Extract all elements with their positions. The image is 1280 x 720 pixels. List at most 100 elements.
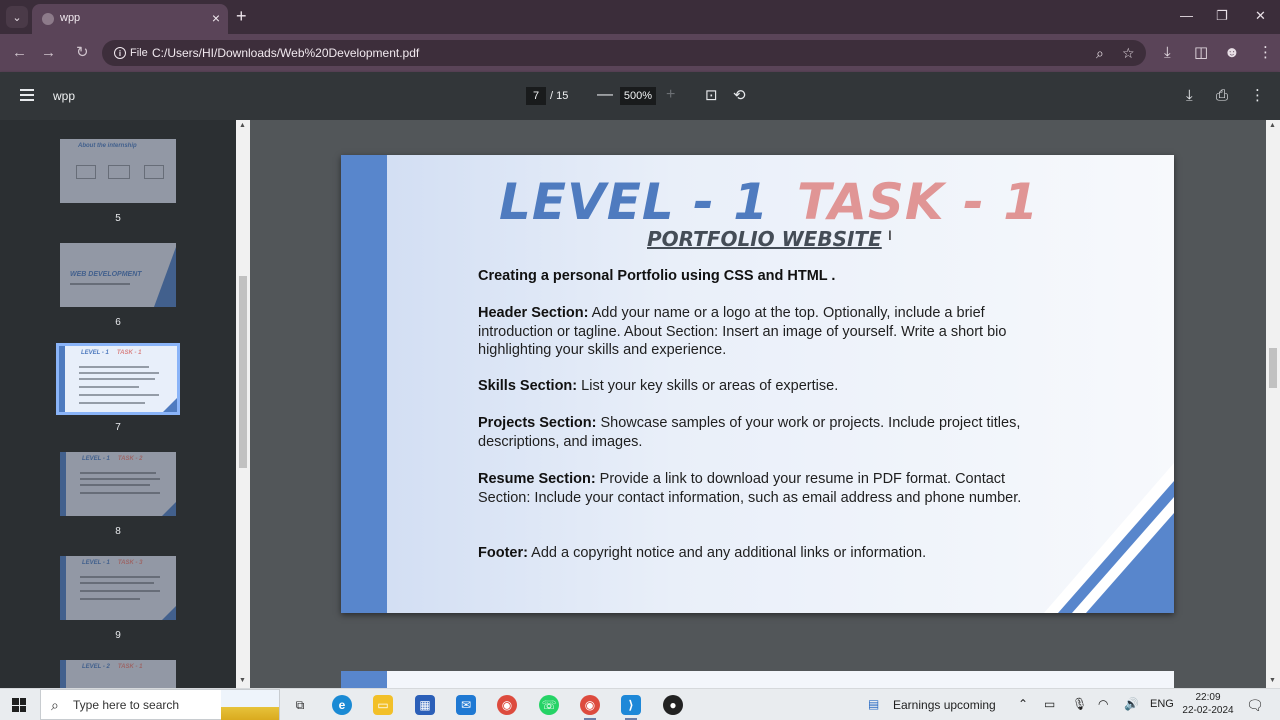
clock-date: 22-02-2024 [1182, 705, 1234, 716]
windows-taskbar: ⌕ Type here to search ⧉ e ▭ ▦ ✉ ◉ ☏ ◉ ⟩ … [0, 688, 1280, 720]
show-hidden-icons-icon[interactable]: ⌃ [1018, 697, 1028, 711]
scroll-down-icon[interactable]: ▼ [1269, 677, 1276, 684]
slide-side-stripe [341, 671, 387, 688]
thumbnail-sidebar: About the internship 5 WEB DEVELOPMENT 6… [0, 120, 236, 688]
tab-close-icon[interactable]: × [212, 10, 220, 26]
restore-icon[interactable]: ❐ [1216, 8, 1228, 24]
back-icon[interactable]: ← [12, 44, 27, 62]
thumbnail-page-6[interactable]: WEB DEVELOPMENT [60, 243, 176, 307]
thumbnail-title: LEVEL - 1 TASK - 3 [82, 560, 143, 566]
obs-icon[interactable]: ● [663, 695, 683, 715]
file-explorer-icon[interactable]: ▭ [373, 695, 393, 715]
notifications-icon[interactable]: 🗨 [1246, 697, 1264, 714]
search-highlight-image [221, 690, 279, 720]
news-widget-icon[interactable]: ▤ [868, 697, 879, 711]
minimize-icon[interactable]: — [1180, 8, 1193, 23]
bookmark-star-icon[interactable]: ☆ [1122, 45, 1135, 62]
thumbnail-title: About the internship [78, 143, 137, 149]
thumbnail-title: LEVEL - 2 TASK - 1 [82, 664, 143, 670]
print-icon[interactable]: ⎙ [1216, 87, 1228, 105]
tab-search-icon[interactable]: ⌄ [6, 6, 28, 28]
forward-icon[interactable]: → [41, 44, 56, 62]
reload-icon[interactable]: ↻ [76, 44, 89, 62]
thumbnail-page-7[interactable]: LEVEL - 1 TASK - 1 [56, 343, 180, 415]
chrome-profile-icon[interactable]: ◉ [580, 695, 600, 720]
thumbnail-line [79, 378, 155, 380]
url-text[interactable]: C:/Users/HI/Downloads/Web%20Development.… [152, 46, 419, 60]
page-number-input[interactable]: 7 [526, 87, 546, 105]
thumbnail-label: 8 [115, 526, 121, 537]
text-cursor-icon: I [888, 227, 892, 243]
address-bar: ← → ↻ i File C:/Users/HI/Downloads/Web%2… [0, 34, 1280, 72]
thumbnail-line [80, 492, 160, 494]
profile-avatar-icon[interactable]: ☻ [1224, 44, 1240, 62]
system-clock[interactable]: 22:09 22-02-2024 [1180, 691, 1236, 717]
zoom-icon[interactable]: ⌕ [1096, 45, 1104, 62]
taskbar-search-box[interactable]: ⌕ Type here to search [40, 689, 280, 720]
thumbnail-label: 9 [115, 630, 121, 641]
globe-icon [42, 13, 54, 25]
scroll-up-icon[interactable]: ▲ [1269, 122, 1276, 129]
chrome-icon[interactable]: ◉ [497, 695, 517, 715]
browser-tab[interactable]: wpp × [32, 4, 228, 34]
mail-icon[interactable]: ✉ [456, 695, 476, 715]
viewer-scrollbar[interactable]: ▲ ▼ [1266, 120, 1280, 688]
slide-section-projects: Projects Section: Showcase samples of yo… [478, 415, 1021, 450]
sidebar-menu-icon[interactable] [20, 89, 34, 101]
zoom-out-icon[interactable]: — [597, 85, 613, 105]
edge-icon[interactable]: e [332, 695, 352, 715]
sidebar-scrollbar[interactable]: ▲ ▼ [236, 120, 250, 688]
more-options-icon[interactable]: ⋮ [1250, 87, 1265, 105]
thumbnail-line [80, 598, 140, 600]
thumbnail-page-10[interactable]: LEVEL - 2 TASK - 1 [60, 660, 176, 688]
slide-section-footer: Footer: Add a copyright notice and any a… [478, 545, 927, 561]
language-indicator[interactable]: ENG [1150, 698, 1174, 710]
thumbnail-corner [162, 502, 176, 516]
thumbnail-icon [108, 165, 130, 179]
task-view-icon[interactable]: ⧉ [290, 695, 310, 715]
thumbnail-line [79, 372, 159, 374]
thumbnail-page-9[interactable]: LEVEL - 1 TASK - 3 [60, 556, 176, 620]
volume-icon[interactable]: 🔊 [1124, 697, 1139, 711]
pdf-viewer: LEVEL - 1 TASK - 1 PORTFOLIO WEBSITE I C… [250, 120, 1266, 688]
scroll-down-icon[interactable]: ▼ [239, 677, 246, 684]
thumbnail-page-5[interactable]: About the internship [60, 139, 176, 203]
rotate-icon[interactable]: ⟲ [733, 87, 746, 105]
viewer-scroll-thumb[interactable] [1269, 348, 1277, 388]
thumbnail-line [80, 576, 160, 578]
site-info-chip[interactable]: i File [108, 44, 154, 62]
microsoft-store-icon[interactable]: ▦ [415, 695, 435, 715]
slide-subtitle: PORTFOLIO WEBSITE [647, 227, 882, 251]
new-tab-icon[interactable]: + [236, 6, 247, 26]
battery-icon[interactable]: ▭ [1044, 697, 1055, 711]
whatsapp-icon[interactable]: ☏ [539, 695, 559, 715]
fit-page-icon[interactable]: ⊡ [705, 87, 718, 105]
news-widget-text[interactable]: Earnings upcoming [893, 698, 996, 712]
thumbnail-title: LEVEL - 1 TASK - 2 [82, 456, 143, 462]
tab-strip: ⌄ wpp × + — ❐ ✕ [0, 0, 1280, 34]
thumbnail-line [70, 283, 130, 285]
chrome-menu-icon[interactable]: ⋮ [1258, 44, 1273, 62]
windows-start-icon[interactable] [12, 698, 26, 712]
downloads-icon[interactable]: ⤓ [1164, 44, 1171, 62]
zoom-in-icon[interactable]: + [666, 85, 675, 105]
document-title: wpp [53, 89, 76, 103]
side-panel-icon[interactable]: ◫ [1194, 44, 1208, 62]
pdf-toolbar: wpp 7 / 15 — 500% + ⊡ ⟲ ⤓ ⎙ ⋮ [0, 72, 1280, 120]
vscode-icon[interactable]: ⟩ [621, 695, 641, 720]
wifi-icon[interactable]: ◠ [1098, 697, 1108, 711]
thumbnail-page-8[interactable]: LEVEL - 1 TASK - 2 [60, 452, 176, 516]
close-window-icon[interactable]: ✕ [1255, 8, 1266, 24]
omnibox[interactable]: i File C:/Users/HI/Downloads/Web%20Devel… [102, 40, 1146, 66]
zoom-level-input[interactable]: 500% [620, 87, 656, 105]
thumbnail-corner [162, 606, 176, 620]
search-icon: ⌕ [51, 697, 59, 713]
sidebar-scroll-thumb[interactable] [239, 276, 247, 468]
thumbnail-label: 6 [115, 317, 121, 328]
scroll-up-icon[interactable]: ▲ [239, 122, 246, 129]
download-icon[interactable]: ⤓ [1186, 87, 1193, 105]
thumbnail-title: LEVEL - 1 TASK - 1 [81, 350, 142, 356]
clock-time: 22:09 [1195, 692, 1221, 703]
thumbnail-line [79, 386, 139, 388]
microphone-icon[interactable]: 🎙 [1072, 697, 1087, 711]
